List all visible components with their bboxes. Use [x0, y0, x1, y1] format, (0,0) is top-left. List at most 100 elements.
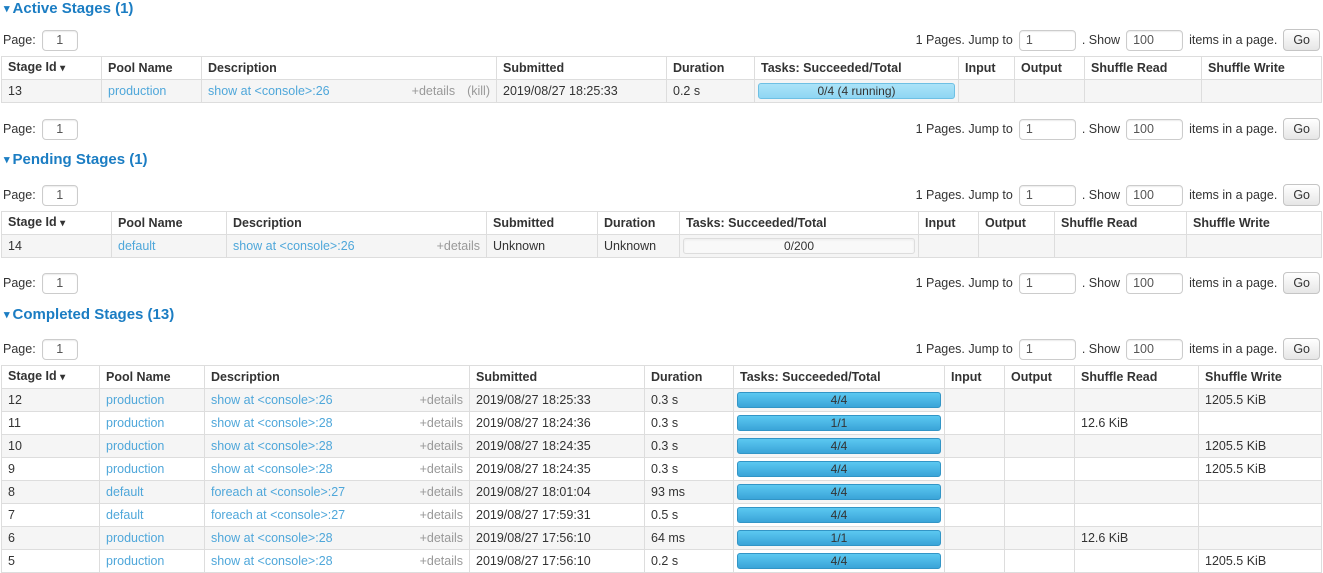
jump-to-page-input[interactable] [1019, 273, 1076, 294]
column-header-stage-id[interactable]: Stage Id ▾ [2, 57, 102, 80]
pool-link[interactable]: production [106, 531, 164, 545]
column-header-shuffle-read[interactable]: Shuffle Read [1055, 212, 1187, 235]
description-link[interactable]: show at <console>:26 [208, 84, 330, 99]
column-header-shuffle-write[interactable]: Shuffle Write [1202, 57, 1322, 80]
column-header-shuffle-write[interactable]: Shuffle Write [1199, 366, 1322, 389]
shuffle-write-cell [1199, 527, 1322, 550]
column-header-shuffle-read[interactable]: Shuffle Read [1075, 366, 1199, 389]
column-header-description[interactable]: Description [205, 366, 470, 389]
go-button[interactable]: Go [1283, 272, 1320, 294]
page-size-input[interactable] [1126, 273, 1183, 294]
page-size-input[interactable] [1126, 339, 1183, 360]
column-header-description[interactable]: Description [202, 57, 497, 80]
go-button[interactable]: Go [1283, 118, 1320, 140]
page-size-input[interactable] [1126, 185, 1183, 206]
description-link[interactable]: show at <console>:28 [211, 439, 333, 454]
column-header-duration[interactable]: Duration [645, 366, 734, 389]
details-toggle[interactable]: +details [420, 485, 463, 500]
column-header-output[interactable]: Output [1005, 366, 1075, 389]
column-header-description[interactable]: Description [227, 212, 487, 235]
description-cell: show at <console>:26 +details [205, 389, 470, 412]
column-header-shuffle-write[interactable]: Shuffle Write [1187, 212, 1322, 235]
pool-link[interactable]: production [106, 439, 164, 453]
details-toggle[interactable]: +details [420, 462, 463, 477]
task-progress-label: 4/4 [831, 393, 848, 407]
pool-link[interactable]: production [106, 554, 164, 568]
active-stages-toggle[interactable]: ▾Active Stages (1) [4, 1, 1322, 18]
column-header-input[interactable]: Input [959, 57, 1015, 80]
column-header-submitted[interactable]: Submitted [487, 212, 598, 235]
pool-name-cell: production [100, 412, 205, 435]
description-link[interactable]: foreach at <console>:27 [211, 485, 345, 500]
pool-link[interactable]: default [118, 239, 156, 253]
section-title-text: Pending Stages (1) [13, 151, 148, 168]
task-progress-bar: 0/200 [683, 238, 915, 254]
column-header-submitted[interactable]: Submitted [470, 366, 645, 389]
details-toggle[interactable]: +details [420, 416, 463, 431]
description-cell: foreach at <console>:27 +details [205, 504, 470, 527]
description-link[interactable]: show at <console>:26 [211, 393, 333, 408]
input-cell [945, 389, 1005, 412]
jump-to-page-input[interactable] [1019, 339, 1076, 360]
pool-link[interactable]: default [106, 508, 144, 522]
description-link[interactable]: foreach at <console>:27 [211, 508, 345, 523]
task-progress-bar: 4/4 [737, 461, 941, 477]
details-toggle[interactable]: +details [420, 393, 463, 408]
jump-to-page-input[interactable] [1019, 185, 1076, 206]
duration-cell: 0.2 s [645, 550, 734, 573]
pool-link[interactable]: production [106, 393, 164, 407]
column-header-shuffle-read[interactable]: Shuffle Read [1085, 57, 1202, 80]
description-link[interactable]: show at <console>:28 [211, 462, 333, 477]
page-size-input[interactable] [1126, 30, 1183, 51]
pool-link[interactable]: production [108, 84, 166, 98]
description-link[interactable]: show at <console>:28 [211, 531, 333, 546]
go-button[interactable]: Go [1283, 184, 1320, 206]
output-cell [1005, 481, 1075, 504]
jump-to-page-input[interactable] [1019, 119, 1076, 140]
description-link[interactable]: show at <console>:28 [211, 554, 333, 569]
pool-link[interactable]: production [106, 462, 164, 476]
description-link[interactable]: show at <console>:28 [211, 416, 333, 431]
page-number-input[interactable] [42, 273, 78, 294]
column-header-pool-name[interactable]: Pool Name [102, 57, 202, 80]
completed-stages-toggle[interactable]: ▾Completed Stages (13) [4, 307, 1322, 324]
details-toggle[interactable]: +details [420, 508, 463, 523]
go-button[interactable]: Go [1283, 338, 1320, 360]
go-button[interactable]: Go [1283, 29, 1320, 51]
page-number-input[interactable] [42, 339, 78, 360]
column-header-output[interactable]: Output [979, 212, 1055, 235]
details-toggle[interactable]: +details [420, 531, 463, 546]
details-toggle[interactable]: +details [437, 239, 480, 254]
column-header-input[interactable]: Input [919, 212, 979, 235]
page-number-input[interactable] [42, 185, 78, 206]
column-header-output[interactable]: Output [1015, 57, 1085, 80]
kill-link[interactable]: (kill) [467, 84, 490, 99]
column-header-tasks[interactable]: Tasks: Succeeded/Total [734, 366, 945, 389]
column-header-duration[interactable]: Duration [598, 212, 680, 235]
collapse-arrow-icon: ▾ [4, 154, 10, 166]
header-row: Stage Id ▾ Pool Name Description Submitt… [2, 212, 1322, 235]
details-toggle[interactable]: +details [420, 554, 463, 569]
pool-link[interactable]: production [106, 416, 164, 430]
column-header-stage-id[interactable]: Stage Id ▾ [2, 366, 100, 389]
column-header-submitted[interactable]: Submitted [497, 57, 667, 80]
pagination-row: Page: 1 Pages. Jump to . Show items in a… [1, 184, 1322, 206]
page-number-input[interactable] [42, 119, 78, 140]
details-toggle[interactable]: +details [420, 439, 463, 454]
description-link[interactable]: show at <console>:26 [233, 239, 355, 254]
page-number-input[interactable] [42, 30, 78, 51]
jump-to-page-input[interactable] [1019, 30, 1076, 51]
column-header-tasks[interactable]: Tasks: Succeeded/Total [680, 212, 919, 235]
column-header-duration[interactable]: Duration [667, 57, 755, 80]
shuffle-read-cell [1075, 389, 1199, 412]
column-header-tasks[interactable]: Tasks: Succeeded/Total [755, 57, 959, 80]
pending-stages-toggle[interactable]: ▾Pending Stages (1) [4, 152, 1322, 169]
details-toggle[interactable]: +details [412, 84, 455, 99]
column-header-stage-id[interactable]: Stage Id ▾ [2, 212, 112, 235]
column-header-pool-name[interactable]: Pool Name [100, 366, 205, 389]
page-size-input[interactable] [1126, 119, 1183, 140]
pool-link[interactable]: default [106, 485, 144, 499]
pool-name-cell: production [100, 550, 205, 573]
column-header-pool-name[interactable]: Pool Name [112, 212, 227, 235]
column-header-input[interactable]: Input [945, 366, 1005, 389]
